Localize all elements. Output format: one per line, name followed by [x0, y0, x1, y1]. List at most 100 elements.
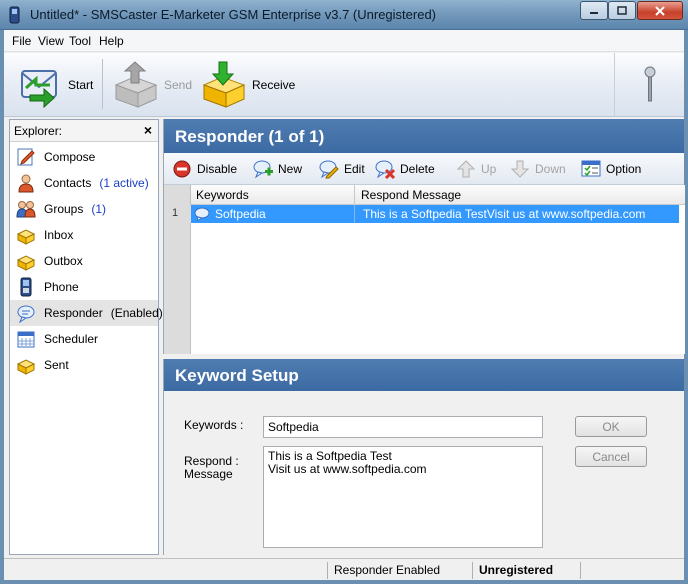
sent-icon: [16, 355, 36, 375]
row-keyword-cell: Softpedia: [194, 207, 266, 221]
responder-grid: Keywords Respond Message 1 Softpedia Thi…: [164, 185, 685, 354]
inbox-icon: [16, 225, 36, 245]
keyword-setup-title: Keyword Setup: [164, 359, 684, 391]
menu-file[interactable]: File: [12, 34, 31, 48]
option-icon: [581, 159, 601, 179]
option-button[interactable]: Option: [581, 158, 641, 180]
explorer-item-label: Responder: [44, 306, 103, 320]
receive-button[interactable]: Receive: [200, 59, 295, 111]
explorer-item-phone[interactable]: Phone: [10, 274, 158, 300]
explorer-item-extra: (1): [91, 202, 107, 216]
new-label: New: [278, 162, 303, 176]
compose-icon: [16, 147, 36, 167]
message-bubble-icon: [194, 207, 210, 221]
explorer-item-sent[interactable]: Sent: [10, 352, 158, 378]
responder-title: Responder (1 of 1): [164, 119, 684, 153]
title-bar: Untitled* - SMSCaster E-Marketer GSM Ent…: [0, 0, 688, 30]
send-button[interactable]: Send: [112, 59, 192, 111]
scheduler-icon: [16, 329, 36, 349]
edit-button[interactable]: Edit: [319, 158, 365, 180]
explorer-item-outbox[interactable]: Outbox: [10, 248, 158, 274]
status-responder: Responder Enabled: [327, 562, 472, 579]
app-icon: [9, 6, 20, 24]
close-button[interactable]: [637, 1, 683, 20]
toolbar-separator: [102, 59, 103, 109]
message-textarea[interactable]: This is a Softpedia Test Visit us at www…: [263, 446, 543, 548]
phone-icon: [16, 277, 36, 297]
column-keywords[interactable]: Keywords: [196, 188, 249, 202]
message-label: Message: [184, 467, 233, 481]
explorer-header: Explorer: ×: [10, 120, 158, 142]
receive-icon: [202, 61, 246, 108]
down-button[interactable]: Down: [510, 158, 566, 180]
cancel-button[interactable]: Cancel: [575, 446, 647, 467]
explorer-item-compose[interactable]: Compose: [10, 144, 158, 170]
window-title: Untitled* - SMSCaster E-Marketer GSM Ent…: [30, 7, 437, 22]
explorer-item-groups[interactable]: Groups (1): [10, 196, 158, 222]
up-button[interactable]: Up: [456, 158, 496, 180]
start-icon: [21, 70, 57, 109]
explorer-item-label: Contacts: [44, 176, 92, 190]
main-window: File View Tool Help Start Send Receive E…: [4, 30, 685, 580]
status-registration: Unregistered: [472, 562, 580, 579]
down-label: Down: [535, 162, 566, 176]
ok-button[interactable]: OK: [575, 416, 647, 437]
column-divider[interactable]: [354, 185, 355, 205]
disable-button[interactable]: Disable: [172, 158, 237, 180]
menu-tool[interactable]: Tool: [69, 34, 91, 48]
minimize-icon: [590, 11, 598, 14]
explorer-item-label: Groups: [44, 202, 84, 216]
new-button[interactable]: New: [253, 158, 302, 180]
pin-icon[interactable]: [640, 65, 660, 105]
grid-header: Keywords Respond Message: [191, 185, 685, 205]
explorer-panel: Explorer: × Compose Contacts (1 active) …: [9, 119, 163, 555]
keyword-setup-panel: Keyword Setup Keywords : Respond : Messa…: [163, 359, 684, 555]
maximize-icon: [617, 6, 627, 15]
explorer-item-label: Compose: [44, 150, 96, 164]
up-label: Up: [481, 162, 497, 176]
keywords-input[interactable]: [263, 416, 543, 438]
explorer-item-extra: (Enabled): [110, 306, 163, 320]
minimize-button[interactable]: [580, 1, 608, 20]
new-icon: [253, 159, 273, 179]
explorer-item-inbox[interactable]: Inbox: [10, 222, 158, 248]
respond-label: Respond :: [184, 454, 239, 468]
row-number: 1: [164, 205, 191, 223]
edit-label: Edit: [344, 162, 365, 176]
row-keyword: Softpedia: [215, 207, 266, 221]
table-row[interactable]: 1 Softpedia This is a Softpedia TestVisi…: [164, 205, 679, 223]
explorer-item-responder[interactable]: Responder (Enabled): [10, 300, 163, 326]
explorer-item-label: Outbox: [44, 254, 83, 268]
explorer-item-extra: (1 active): [99, 176, 149, 190]
menu-bar: File View Tool Help: [4, 30, 684, 52]
edit-icon: [319, 159, 339, 179]
disable-label: Disable: [197, 162, 238, 176]
row-message: This is a Softpedia TestVisit us at www.…: [363, 207, 646, 221]
menu-help[interactable]: Help: [99, 34, 124, 48]
explorer-title: Explorer:: [14, 124, 63, 138]
maximize-button[interactable]: [608, 1, 636, 20]
contacts-icon: [16, 173, 36, 193]
keywords-label: Keywords :: [184, 418, 244, 432]
explorer-item-label: Phone: [44, 280, 79, 294]
explorer-item-scheduler[interactable]: Scheduler: [10, 326, 158, 352]
explorer-item-label: Inbox: [44, 228, 74, 242]
status-bar: Responder Enabled Unregistered: [4, 558, 684, 580]
receive-label: Receive: [252, 78, 296, 92]
option-label: Option: [606, 162, 642, 176]
start-button[interactable]: Start: [16, 59, 93, 111]
send-label: Send: [164, 78, 193, 92]
responder-icon: [16, 303, 36, 323]
start-label: Start: [68, 78, 94, 92]
close-icon: [655, 5, 665, 16]
delete-icon: [375, 159, 395, 179]
column-respond-message[interactable]: Respond Message: [361, 188, 461, 202]
menu-view[interactable]: View: [38, 34, 64, 48]
arrow-up-icon: [456, 159, 476, 179]
delete-button[interactable]: Delete: [375, 158, 435, 180]
delete-label: Delete: [400, 162, 435, 176]
explorer-item-contacts[interactable]: Contacts (1 active): [10, 170, 158, 196]
disable-icon: [172, 159, 192, 179]
explorer-close-icon[interactable]: ×: [144, 122, 152, 138]
status-empty: [580, 562, 684, 579]
